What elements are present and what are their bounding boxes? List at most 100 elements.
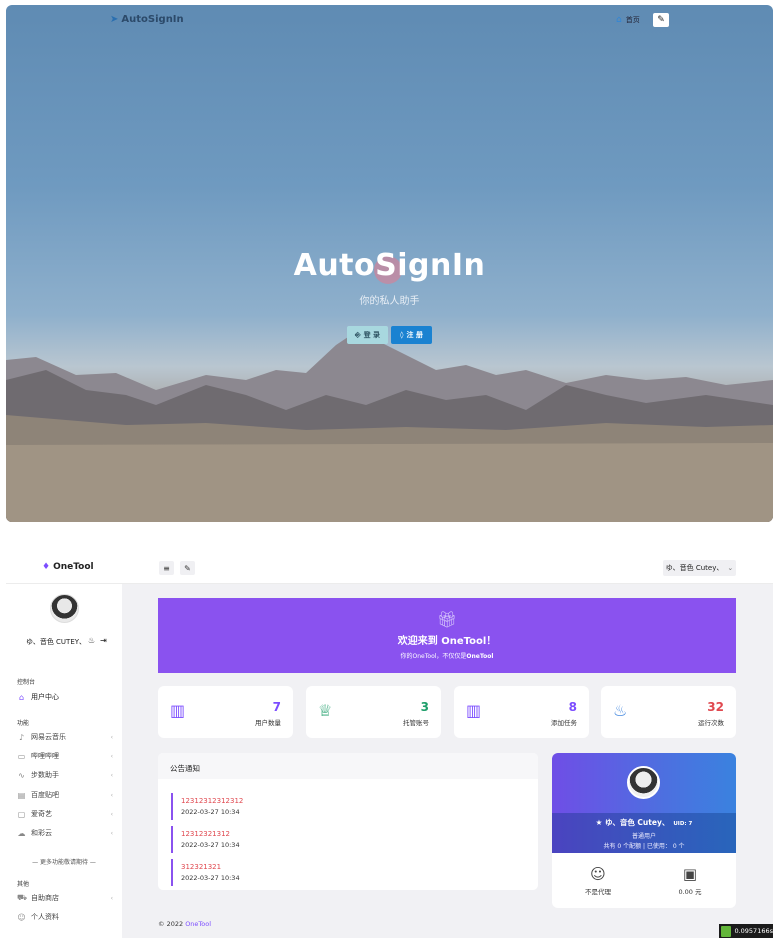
notice-item-date: 2022-03-27 10:34 — [181, 874, 240, 882]
sidebar-item-label: 哔哩哔哩 — [31, 752, 59, 760]
profile-card: ★ ゆ、音色 Cutey、 UID: 7 普通用户 共有 0 个配额 | 已使用：… — [552, 753, 736, 908]
sidebar-item-label: 百度贴吧 — [31, 791, 59, 799]
chevron-left-icon: ‹ — [110, 771, 113, 779]
flame-icon: ♦ — [42, 562, 51, 572]
hero-title-text: AutoSignIn — [293, 248, 486, 283]
home-icon: ⌂ — [616, 15, 622, 25]
stat-value: 32 — [707, 700, 724, 714]
sidebar-item-label: 网易云音乐 — [31, 733, 66, 741]
footprint-icon: ∿ — [18, 770, 25, 780]
notice-item-title: 12312312312312 — [181, 797, 244, 805]
avatar[interactable] — [50, 594, 79, 623]
stat-card-accounts: ♕ 3 托管账号 — [306, 686, 441, 738]
logout-icon[interactable]: ⇥ — [100, 636, 107, 645]
sidebar-item-label: 爱奇艺 — [31, 810, 52, 818]
stat-label: 托管账号 — [403, 719, 429, 727]
chevron-left-icon: ‹ — [110, 894, 113, 902]
sidebar-item-user-center[interactable]: ⌂ 用户中心 — [17, 692, 117, 702]
profile-balance: ▣ 0.00 元 — [644, 865, 736, 896]
footer-copyright: © 2022 — [158, 920, 184, 928]
avatar[interactable] — [627, 766, 660, 799]
login-icon: ⎆ — [354, 330, 361, 339]
sidebar: ゆ、音色 CUTEY、 ♨ ⇥ 控制台 ⌂ 用户中心 功能 ♪ 网易云音乐 ‹ ▭ 哔哩… — [6, 584, 122, 938]
trophy-icon: ♕ — [318, 701, 333, 720]
app-logo[interactable]: ♦ OneTool — [42, 562, 94, 572]
sidebar-item-bilibili[interactable]: ▭ 哔哩哔哩 ‹ — [17, 751, 117, 761]
register-label: 注 册 — [406, 331, 423, 339]
timing-badge: 0.0957166s — [719, 924, 773, 938]
sidebar-item-label: 用户中心 — [31, 693, 59, 701]
hero-subtitle: 你的私人助手 — [359, 296, 420, 307]
sidebar-user-actions: ♨ ⇥ — [88, 636, 107, 645]
flame-icon: ♨ — [613, 701, 628, 720]
sidebar-item-profile[interactable]: ☺ 个人资料 — [17, 912, 117, 922]
user-dropdown[interactable]: ゆ、音色 Cutey、 ⌄ — [663, 560, 736, 576]
paper-plane-icon: ➤ — [110, 14, 119, 25]
sidebar-more-note: — 更多功能敬请期待 — — [32, 859, 96, 866]
sidebar-item-netease-music[interactable]: ♪ 网易云音乐 ‹ — [17, 732, 117, 742]
profile-name-text: ゆ、音色 Cutey、 — [604, 818, 670, 827]
stat-label: 运行次数 — [698, 719, 724, 727]
profile-agent-label: 不是代理 — [585, 888, 611, 896]
login-button[interactable]: ⎆ 登 录 — [347, 326, 388, 344]
chevron-left-icon: ‹ — [110, 752, 113, 760]
theme-button[interactable]: ✎ — [180, 561, 195, 575]
notice-item[interactable]: 312321321 2022-03-27 10:34 — [171, 859, 371, 886]
hero-brand[interactable]: ➤ AutoSignIn — [110, 14, 184, 25]
hero-brand-label: AutoSignIn — [121, 14, 184, 25]
mountain-background — [6, 335, 773, 522]
monitor-icon: ▢ — [17, 809, 26, 819]
sidebar-item-shop[interactable]: ⛟ 自助商店 ‹ — [17, 893, 117, 903]
sidebar-item-step-helper[interactable]: ∿ 步数助手 ‹ — [17, 770, 117, 780]
profile-agent-status: ☺ 不是代理 — [552, 865, 644, 896]
stat-value: 3 — [420, 700, 429, 714]
hamburger-icon: ≡ — [163, 563, 170, 573]
notice-panel: 公告通知 12312312312312 2022-03-27 10:34 123… — [158, 753, 538, 890]
banner-subtitle-text: 你的OneTool，不仅仅是 — [400, 653, 467, 660]
bar-chart-icon: ▥ — [170, 701, 186, 720]
notice-item[interactable]: 12312312312312 2022-03-27 10:34 — [171, 793, 371, 820]
register-button[interactable]: ◊ 注 册 — [391, 326, 432, 344]
profile-quota: 共有 0 个配额 | 已使用： 0 个 — [603, 843, 685, 850]
topbar: ♦ OneTool ≡ ✎ ゆ、音色 Cutey、 ⌄ — [6, 552, 773, 584]
stat-card-runs: ♨ 32 运行次数 — [601, 686, 736, 738]
menu-toggle-button[interactable]: ≡ — [159, 561, 174, 575]
sidebar-profile: ゆ、音色 CUTEY、 ♨ ⇥ — [6, 584, 122, 654]
gift-icon: 🎁︎ — [437, 610, 458, 629]
sidebar-item-caiyun[interactable]: ☁ 和彩云 ‹ — [17, 828, 117, 838]
stat-card-users: ▥ 7 用户数量 — [158, 686, 293, 738]
footer: © 2022 OneTool — [158, 920, 211, 928]
profile-uid: UID: 7 — [673, 821, 693, 827]
sidebar-item-iqiyi[interactable]: ▢ 爱奇艺 ‹ — [17, 809, 117, 819]
notice-item-date: 2022-03-27 10:34 — [181, 808, 240, 816]
cart-icon: ⛟ — [17, 893, 28, 902]
sidebar-item-label: 和彩云 — [31, 829, 52, 837]
newspaper-icon: ▤ — [17, 790, 26, 800]
footer-link[interactable]: OneTool — [185, 920, 211, 928]
login-label: 登 录 — [363, 331, 381, 339]
brush-icon: ✎ — [657, 15, 665, 25]
profile-role: 普通用户 — [631, 833, 656, 840]
hero-title: AutoSignIn — [6, 248, 773, 284]
chevron-left-icon: ‹ — [110, 791, 113, 799]
hero-section: ➤ AutoSignIn ⌂ 首页 ✎ AutoSignIn 你的私人助手 ⎆ 登 录… — [6, 5, 773, 522]
theme-brush-button[interactable]: ✎ — [653, 13, 669, 27]
banner-subtitle: 你的OneTool，不仅仅是OneTool — [158, 651, 736, 660]
sidebar-item-label: 个人资料 — [31, 913, 59, 921]
video-icon: ▭ — [17, 751, 26, 761]
sidebar-item-baidu-tieba[interactable]: ▤ 百度贴吧 ‹ — [17, 790, 117, 800]
banner-subtitle-bold: OneTool — [466, 653, 494, 660]
sidebar-item-label: 自助商店 — [31, 894, 59, 902]
nav-home-link[interactable]: ⌂ 首页 — [616, 15, 640, 25]
sidebar-item-label: 步数助手 — [31, 771, 59, 779]
bar-chart-icon: ▥ — [466, 701, 482, 720]
fire-icon[interactable]: ♨ — [88, 636, 95, 645]
notice-item-title: 12312321312 — [181, 830, 230, 838]
register-icon: ◊ — [400, 331, 404, 339]
app-logo-text: OneTool — [53, 562, 94, 572]
stat-card-tasks: ▥ 8 添加任务 — [454, 686, 589, 738]
welcome-banner: 🎁︎ 欢迎来到 OneTool！ 你的OneTool，不仅仅是OneTool — [158, 598, 736, 673]
notice-item-title: 312321321 — [181, 863, 222, 871]
user-icon: ☺ — [17, 912, 26, 922]
notice-item[interactable]: 12312321312 2022-03-27 10:34 — [171, 826, 371, 853]
